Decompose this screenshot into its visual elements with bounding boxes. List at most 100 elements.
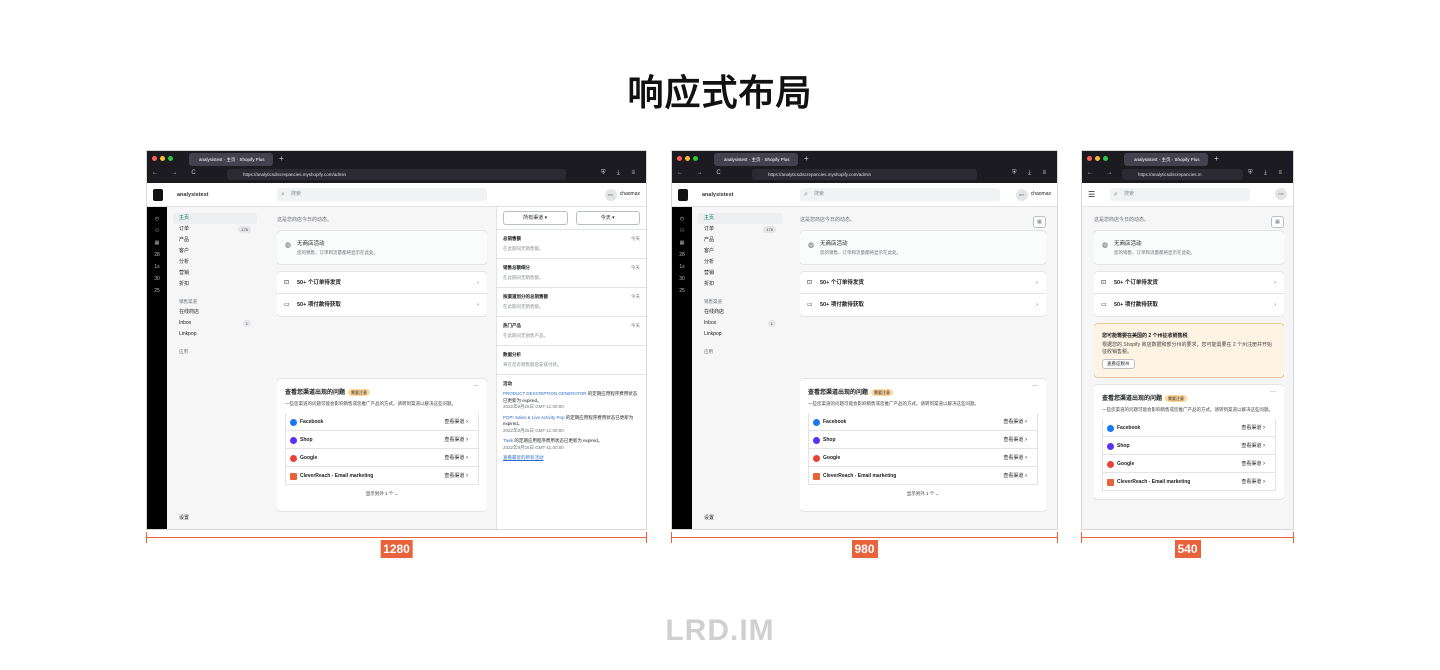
search-input[interactable]: ⌕ 搜索 bbox=[277, 188, 487, 201]
rail-home-icon[interactable]: ◴ bbox=[672, 213, 692, 225]
channel-row-facebook[interactable]: Facebook 查看渠道 bbox=[1102, 419, 1276, 437]
window-controls[interactable] bbox=[1087, 156, 1108, 161]
view-channel-link[interactable]: 查看渠道 bbox=[1003, 431, 1027, 449]
hamburger-menu-icon[interactable]: ☰ bbox=[1088, 183, 1095, 207]
view-tax-states-button[interactable]: 查看征税州 bbox=[1102, 359, 1135, 369]
rail-store-icon[interactable]: ▦ bbox=[672, 237, 692, 249]
orders-to-fulfill-row[interactable]: ⊡ 50+ 个订单待发货 › bbox=[277, 272, 487, 294]
rail-number[interactable]: 1s bbox=[147, 261, 167, 273]
payments-to-capture-row[interactable]: ▭ 50+ 项付款待获取 › bbox=[800, 294, 1046, 316]
rail-apps-icon[interactable]: ⚇ bbox=[672, 225, 692, 237]
view-channel-link[interactable]: 查看渠道 bbox=[1241, 455, 1265, 473]
browser-toolbar-icons[interactable]: ⛨ ⤓ ≡ bbox=[601, 170, 640, 177]
metric-payouts[interactable]: 数据分析 将在您有销售额后安排付款。 bbox=[497, 346, 646, 375]
channel-row-cleverreach[interactable]: CleverReach - Email marketing 查看渠道 bbox=[808, 467, 1038, 485]
channel-row-cleverreach[interactable]: CleverReach - Email marketing 查看渠道 bbox=[1102, 473, 1276, 491]
metric-sales-by-channel[interactable]: 按渠道划分的总销售额 今天 在此期间无销售额。 bbox=[497, 288, 646, 317]
url-bar[interactable]: https://analyticsdiscrepancies.myshopify… bbox=[227, 169, 566, 180]
metric-sales-breakdown[interactable]: 销售总额细分 今天 在此期间无销售额。 bbox=[497, 259, 646, 288]
show-more-button[interactable]: 显示另外 1 个 ⌄ bbox=[808, 485, 1038, 503]
activity-link[interactable]: PRODUCT DESCRIPTION GENERATOR bbox=[503, 391, 587, 396]
channel-row-google[interactable]: Google 查看渠道 bbox=[1102, 455, 1276, 473]
view-channel-link[interactable]: 查看渠道 bbox=[1003, 413, 1027, 431]
channel-row-cleverreach[interactable]: CleverReach - Email marketing 查看渠道 bbox=[285, 467, 479, 485]
nav-buttons[interactable]: ← → C bbox=[152, 170, 202, 176]
new-tab-icon[interactable]: + bbox=[1214, 153, 1219, 165]
browser-toolbar-icons[interactable]: ⛨ ⤓ ≡ bbox=[1012, 170, 1051, 177]
sidebar-item-products[interactable]: 产品 bbox=[698, 235, 782, 246]
view-channel-link[interactable]: 查看渠道 bbox=[444, 413, 468, 431]
search-input[interactable]: ⌕ 搜索 bbox=[800, 188, 1000, 201]
view-channel-link[interactable]: 查看渠道 bbox=[1241, 419, 1265, 437]
user-menu[interactable]: mc chaomax bbox=[1015, 188, 1051, 201]
url-bar[interactable]: https://analyticsdiscrepancies.myshopify… bbox=[752, 169, 977, 180]
activity-link[interactable]: POP! Sales & Live Activity Pop bbox=[503, 415, 565, 420]
browser-tab[interactable]: analysistest · 主页 · Shopify Plus bbox=[189, 153, 273, 166]
more-actions-icon[interactable]: ··· bbox=[473, 383, 479, 389]
sales-channels-heading[interactable]: 销售渠道 bbox=[698, 296, 782, 307]
rail-number[interactable]: 30 bbox=[147, 273, 167, 285]
channel-select[interactable]: 所有渠道 ▾ bbox=[503, 211, 568, 225]
view-channel-link[interactable]: 查看渠道 bbox=[1003, 449, 1027, 467]
sidebar-item-settings[interactable]: 设置 bbox=[704, 514, 714, 521]
more-actions-icon[interactable]: ··· bbox=[1032, 383, 1038, 389]
sidebar-item-orders[interactable]: 订单 176 bbox=[698, 224, 782, 235]
sidebar-item-online-store[interactable]: 在线商店 bbox=[698, 307, 782, 318]
sidebar-item-marketing[interactable]: 营销 bbox=[698, 268, 782, 279]
orders-to-fulfill-row[interactable]: ⊡ 50+ 个订单待发货 › bbox=[1094, 272, 1284, 294]
sidebar-item-inbox[interactable]: Inbox 1 bbox=[698, 318, 782, 329]
sidebar-item-linkpop[interactable]: Linkpop bbox=[698, 329, 782, 340]
date-select[interactable]: 今天 ▾ bbox=[575, 211, 640, 225]
sidebar-item-discounts[interactable]: 折扣 bbox=[698, 279, 782, 290]
rail-number[interactable]: 28 bbox=[672, 249, 692, 261]
apps-heading[interactable]: 应用 bbox=[698, 346, 782, 357]
channel-row-facebook[interactable]: Facebook 查看渠道 bbox=[285, 413, 479, 431]
rail-number[interactable]: 28 bbox=[147, 249, 167, 261]
search-input[interactable]: ⌕ 搜索 bbox=[1110, 188, 1250, 201]
sidebar-item-products[interactable]: 产品 bbox=[173, 235, 257, 246]
view-channel-link[interactable]: 查看渠道 bbox=[1003, 467, 1027, 485]
window-controls[interactable] bbox=[152, 156, 173, 161]
new-tab-icon[interactable]: + bbox=[279, 153, 284, 165]
url-bar[interactable]: https://analyticsdiscrepancies.m bbox=[1122, 169, 1243, 180]
view-channel-link[interactable]: 查看渠道 bbox=[444, 449, 468, 467]
orders-to-fulfill-row[interactable]: ⊡ 50+ 个订单待发货 › bbox=[800, 272, 1046, 294]
calendar-icon[interactable]: ▦ bbox=[1271, 216, 1284, 228]
sidebar-item-home[interactable]: 主页 bbox=[173, 213, 257, 224]
metric-total-sales[interactable]: 总销售额 今天 在此期间无销售额。 bbox=[497, 230, 646, 259]
browser-tab[interactable]: analysistest · 主页 · Shopify Plus bbox=[714, 153, 798, 166]
metric-top-products[interactable]: 热门产品 今天 在此期间无销售产品。 bbox=[497, 317, 646, 346]
rail-number[interactable]: 25 bbox=[672, 285, 692, 297]
rail-number[interactable]: 1s bbox=[672, 261, 692, 273]
sidebar-item-settings[interactable]: 设置 bbox=[179, 514, 189, 521]
sidebar-item-analytics[interactable]: 分析 bbox=[698, 257, 782, 268]
sidebar-item-online-store[interactable]: 在线商店 bbox=[173, 307, 257, 318]
channel-row-google[interactable]: Google 查看渠道 bbox=[808, 449, 1038, 467]
activity-link[interactable]: Tiwik bbox=[503, 438, 513, 443]
user-menu[interactable]: mc chaomax bbox=[604, 188, 640, 201]
sidebar-item-home[interactable]: 主页 bbox=[698, 213, 782, 224]
browser-tab[interactable]: analysistest · 主页 · Shopify Plus bbox=[1124, 153, 1208, 166]
sidebar-item-customers[interactable]: 客户 bbox=[173, 246, 257, 257]
sidebar-item-discounts[interactable]: 折扣 bbox=[173, 279, 257, 290]
user-menu[interactable]: mc bbox=[1275, 188, 1287, 200]
more-actions-icon[interactable]: ··· bbox=[1270, 389, 1276, 395]
view-all-activity-link[interactable]: 查看最近的所有活动 bbox=[503, 455, 640, 461]
store-name[interactable]: analysistest bbox=[177, 183, 209, 207]
view-channel-link[interactable]: 查看渠道 bbox=[1241, 437, 1265, 455]
rail-apps-icon[interactable]: ⚇ bbox=[147, 225, 167, 237]
payments-to-capture-row[interactable]: ▭ 50+ 项付款待获取 › bbox=[1094, 294, 1284, 316]
channel-row-shop[interactable]: Shop 查看渠道 bbox=[808, 431, 1038, 449]
view-channel-link[interactable]: 查看渠道 bbox=[1241, 473, 1265, 491]
channel-row-shop[interactable]: Shop 查看渠道 bbox=[1102, 437, 1276, 455]
browser-toolbar-icons[interactable]: ⛨ ⤓ ≡ bbox=[1248, 170, 1287, 177]
channel-row-google[interactable]: Google 查看渠道 bbox=[285, 449, 479, 467]
sidebar-item-inbox[interactable]: Inbox 1 bbox=[173, 318, 257, 329]
calendar-icon[interactable]: ▦ bbox=[1033, 216, 1046, 228]
apps-heading[interactable]: 应用 bbox=[173, 346, 257, 357]
window-controls[interactable] bbox=[677, 156, 698, 161]
sales-channels-heading[interactable]: 销售渠道 bbox=[173, 296, 257, 307]
sidebar-item-linkpop[interactable]: Linkpop bbox=[173, 329, 257, 340]
new-tab-icon[interactable]: + bbox=[804, 153, 809, 165]
channel-row-shop[interactable]: Shop 查看渠道 bbox=[285, 431, 479, 449]
